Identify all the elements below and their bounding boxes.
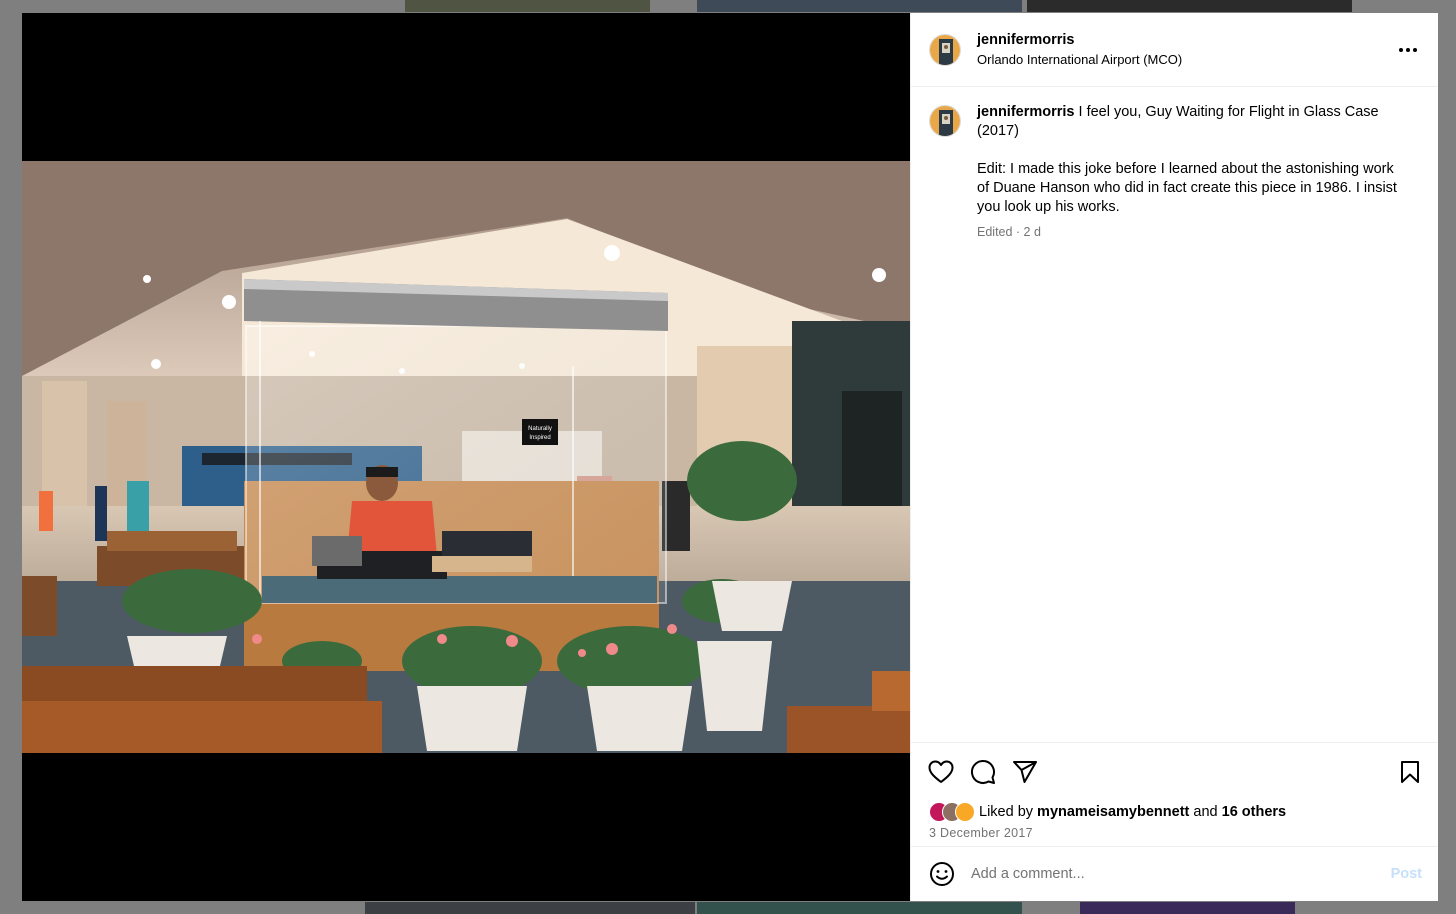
background-tile <box>405 0 650 12</box>
caption-username[interactable]: jennifermorris <box>977 104 1075 120</box>
post-photo[interactable]: Naturally Inspired <box>22 161 910 753</box>
comment-composer: Post <box>911 847 1438 901</box>
emoji-button[interactable] <box>929 861 955 887</box>
post-date[interactable]: 3 December 2017 <box>911 824 1438 847</box>
post-media[interactable]: Naturally Inspired <box>22 13 910 901</box>
share-icon <box>1013 760 1037 783</box>
post-location[interactable]: Orlando International Airport (MCO) <box>977 50 1394 69</box>
post-comment-button[interactable]: Post <box>1391 866 1422 882</box>
more-horizontal-icon <box>1399 47 1417 52</box>
likes-others-link[interactable]: 16 others <box>1222 804 1286 820</box>
likes-joiner: and <box>1193 804 1218 820</box>
author-username[interactable]: jennifermorris <box>977 31 1394 50</box>
background-tile <box>365 902 695 914</box>
like-button[interactable] <box>927 758 955 786</box>
caption-edit-text: Edit: I made this joke before I learned … <box>977 161 1397 215</box>
comment-button[interactable] <box>969 758 997 786</box>
sign-text-1: Naturally <box>528 426 552 432</box>
background-tile <box>697 0 1022 12</box>
sign-text-2: Inspired <box>529 435 550 441</box>
liker-avatar <box>955 802 975 822</box>
comment-input[interactable] <box>969 865 1391 883</box>
comments-section: jennifermorris I feel you, Guy Waiting f… <box>911 87 1438 742</box>
post-side-panel: jennifermorris Orlando International Air… <box>910 13 1438 901</box>
likes-prefix: Liked by <box>979 804 1034 820</box>
post-header: jennifermorris Orlando International Air… <box>911 13 1438 87</box>
likes-summary: Liked by mynameisamybennett and 16 other… <box>911 800 1438 824</box>
more-options-button[interactable] <box>1394 36 1422 64</box>
liker-avatars[interactable] <box>929 802 975 822</box>
heart-icon <box>928 760 954 783</box>
author-avatar[interactable] <box>929 33 961 66</box>
comment-icon <box>971 759 995 784</box>
post-modal: Naturally Inspired jennifermorris Orland… <box>22 13 1438 901</box>
emoji-icon <box>930 862 954 886</box>
save-button[interactable] <box>1396 758 1424 786</box>
background-tile <box>697 902 1022 914</box>
background-tile <box>1080 902 1295 914</box>
caption-author-avatar[interactable] <box>929 105 961 137</box>
background-tile <box>1027 0 1352 12</box>
caption-meta: Edited · 2 d <box>977 225 1041 239</box>
caption: jennifermorris I feel you, Guy Waiting f… <box>929 103 1422 242</box>
liker-username[interactable]: mynameisamybennett <box>1037 804 1189 820</box>
action-bar <box>911 742 1438 800</box>
bookmark-icon <box>1401 760 1419 783</box>
airport-glass-case-photo: Naturally Inspired <box>22 161 910 753</box>
share-button[interactable] <box>1011 758 1039 786</box>
